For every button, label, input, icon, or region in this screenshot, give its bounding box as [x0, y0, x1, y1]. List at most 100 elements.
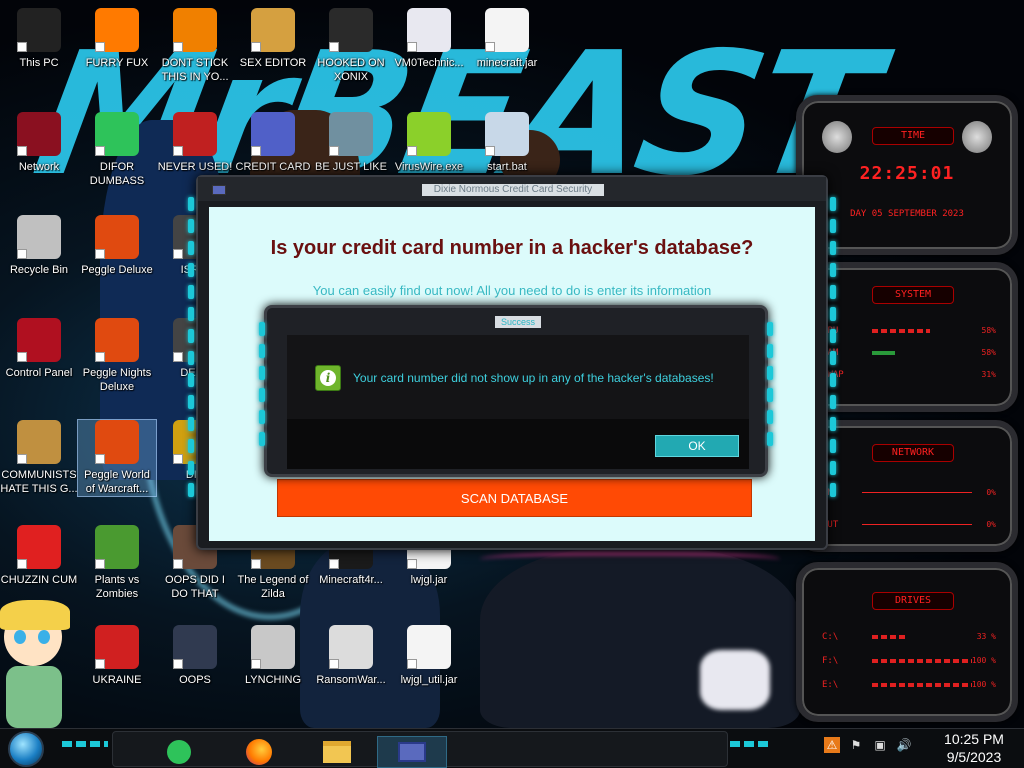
firefox-icon — [95, 8, 139, 52]
net-out-graph — [862, 524, 972, 525]
desktop-icon[interactable]: SEX EDITOR — [234, 8, 312, 70]
desktop-icon-label: RansomWar... — [316, 674, 386, 686]
devcpp-icon — [173, 112, 217, 156]
plant-icon — [95, 525, 139, 569]
gadget-title: NETWORK — [872, 444, 954, 462]
firefox-icon — [246, 739, 272, 765]
desktop-icon-label: OOPS DID I DO THAT — [165, 574, 225, 600]
taskbar-led — [730, 741, 770, 747]
taskbar-apps — [112, 731, 728, 768]
drive-e-bar — [872, 683, 972, 687]
desktop-icon[interactable]: Network — [0, 112, 78, 174]
control-panel-icon — [17, 318, 61, 362]
recycle-bin-icon — [17, 215, 61, 259]
dialog-title: Success — [495, 316, 541, 328]
desktop-icon[interactable]: Peggle Deluxe — [78, 215, 156, 277]
volume-icon[interactable]: 🔊 — [896, 737, 912, 753]
net-out-value: 0% — [986, 520, 996, 529]
clock-time: 10:25 PM — [944, 731, 1004, 747]
wallpaper-sneaker — [700, 650, 770, 710]
desktop-icon[interactable]: NEVER USED! — [156, 112, 234, 174]
alien-icon — [962, 121, 992, 153]
skull-icon — [329, 625, 373, 669]
taskbar-credit-card[interactable] — [377, 736, 447, 768]
taskbar-firefox[interactable] — [231, 736, 287, 768]
desktop-icon-label: BE JUST LIKE — [315, 161, 387, 173]
desktop-icon[interactable]: RansomWar... — [312, 625, 390, 687]
desktop-icon[interactable]: CREDIT CARD — [234, 112, 312, 174]
drive-e-label: E:\ — [822, 680, 839, 690]
desktop-icon-label: CREDIT CARD — [235, 161, 311, 173]
peggle-icon — [95, 420, 139, 464]
desktop-icon[interactable]: Peggle World of Warcraft... — [77, 419, 157, 497]
flag-icon[interactable]: ⚑ — [848, 737, 864, 753]
cartoon-character — [0, 600, 70, 728]
taskbar-clock[interactable]: 10:25 PM 9/5/2023 — [930, 730, 1018, 766]
desktop-icon[interactable]: DONT STICK THIS IN YO... — [156, 8, 234, 84]
desktop-icon[interactable]: VirusWire.exe — [390, 112, 468, 174]
desktop-icon[interactable]: Recycle Bin — [0, 215, 78, 277]
desktop-icon-label: lwjgl_util.jar — [400, 674, 458, 686]
desktop-icon[interactable]: DIFOR DUMBASS — [78, 112, 156, 188]
scan-database-button[interactable]: SCAN DATABASE — [277, 479, 752, 517]
desktop-icon[interactable]: OOPS — [156, 625, 234, 687]
desktop-icon-label: Plants vs Zombies — [94, 574, 140, 600]
desktop-icon-label: The Legend of Zilda — [237, 574, 309, 600]
cpu-value: 58% — [981, 326, 996, 335]
folder-icon — [323, 741, 351, 763]
taskbar-spotify[interactable] — [151, 736, 207, 768]
speaker-icon — [173, 625, 217, 669]
desktop-icon[interactable]: minecraft.jar — [468, 8, 546, 70]
desktop-icon[interactable]: Control Panel — [0, 318, 78, 380]
desktop-icon-label: Control Panel — [5, 367, 73, 379]
desktop-icon-label: Recycle Bin — [9, 264, 69, 276]
desktop-icon[interactable]: COMMUNISTS HATE THIS G... — [0, 420, 78, 496]
desktop-icon[interactable]: lwjgl_util.jar — [390, 625, 468, 687]
gadget-clock: 22:25:01 — [859, 163, 955, 184]
taskbar: ⚠ ⚑ ▣ 🔊 10:25 PM 9/5/2023 — [0, 728, 1024, 768]
window-titlebar[interactable]: Dixie Normous Credit Card Security — [198, 177, 826, 201]
gadget-title: DRIVES — [872, 592, 954, 610]
desktop-icon-label: FURRY FUX — [85, 57, 149, 69]
ok-button[interactable]: OK — [655, 435, 739, 457]
taskbar-file-explorer[interactable] — [309, 736, 365, 768]
subheadline: You can easily find out now! All you nee… — [312, 283, 712, 298]
xonix-icon — [329, 8, 373, 52]
desktop-icon-label: DONT STICK THIS IN YO... — [161, 57, 229, 83]
network-icon — [17, 112, 61, 156]
dialog-message: Your card number did not show up in any … — [353, 371, 714, 385]
network-icon[interactable]: ▣ — [872, 737, 888, 753]
success-dialog[interactable]: Success i Your card number did not show … — [259, 305, 773, 477]
swap-value: 31% — [981, 370, 996, 379]
drive-f-bar — [872, 659, 972, 663]
desktop-icon[interactable]: HOOKED ON XONIX — [312, 8, 390, 84]
desktop-icon-label: Minecraft4r... — [319, 574, 383, 586]
spotify-icon — [95, 112, 139, 156]
desktop-icon-label: CHUZZIN CUM — [0, 574, 78, 586]
desktop-icon-label: lwjgl.jar — [410, 574, 448, 586]
dialog-led-strip — [259, 322, 265, 454]
desktop-icon[interactable]: LYNCHING — [234, 625, 312, 687]
desktop-icon[interactable]: VM0Technic... — [390, 8, 468, 70]
desktop-icon[interactable]: BE JUST LIKE — [312, 112, 390, 174]
drive-f-label: F:\ — [822, 656, 839, 666]
desktop-icon[interactable]: FURRY FUX — [78, 8, 156, 70]
taskbar-led — [62, 741, 108, 747]
desktop-icon-label: Peggle World of Warcraft... — [84, 469, 150, 495]
desktop-icon-label: SEX EDITOR — [239, 57, 307, 69]
desktop-icon[interactable]: This PC — [0, 8, 78, 70]
desktop-icon[interactable]: Plants vs Zombies — [78, 525, 156, 601]
santa-icon — [329, 112, 373, 156]
start-button[interactable] — [8, 731, 44, 767]
desktop-icon[interactable]: UKRAINE — [78, 625, 156, 687]
desktop-icon[interactable]: Peggle Nights Deluxe — [78, 318, 156, 394]
gear-icon — [485, 112, 529, 156]
window-led-strip — [830, 197, 836, 505]
dialog-led-strip — [767, 322, 773, 454]
desktop-icon[interactable]: start.bat — [468, 112, 546, 174]
desktop-icon[interactable]: CHUZZIN CUM — [0, 525, 78, 587]
desktop-icon-label: NEVER USED! — [157, 161, 233, 173]
java-update-icon[interactable]: ⚠ — [824, 737, 840, 753]
drive-e-value: 100 % — [971, 680, 996, 689]
rope-icon — [251, 625, 295, 669]
